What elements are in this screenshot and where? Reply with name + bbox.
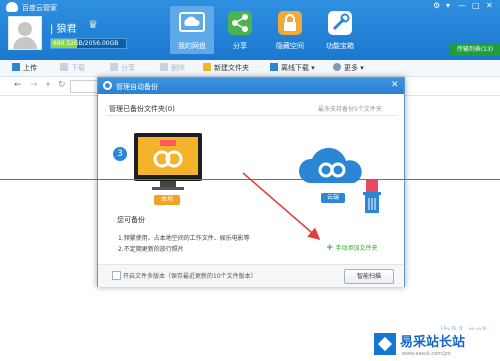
step-badge: 3 [113,147,127,161]
maximize-button[interactable]: □ [472,1,480,10]
offline-download-button[interactable]: 离线下载 ▾ [270,63,315,73]
local-label: 本地 [154,195,180,205]
folder-plus-icon [203,63,211,71]
backup-folder-count: 管理已备份文件夹(0) [109,105,175,113]
username: | 狼君 [50,24,77,35]
back-arrow-icon[interactable]: ← [14,80,22,90]
window-title: 百度云管家 [22,4,57,12]
download-icon [60,63,68,71]
cloud-drive-icon [179,12,205,32]
delete-label: 删除 [171,64,185,72]
smart-scan-button[interactable]: 智能扫描 [344,269,394,284]
backup-suggestion-heading: 您可备份 [117,216,145,224]
add-folder-link[interactable]: + 手动添加文件夹 [326,243,378,253]
tab-hidden-space[interactable]: 隐藏空间 [268,6,312,54]
download-button[interactable]: 下载 [60,63,85,73]
baidu-logo-icon [153,140,183,168]
settings-icon[interactable]: ⚙ [433,1,440,10]
quota-total: GB/2056.00GB [74,40,119,47]
close-button[interactable]: ✕ [486,1,493,10]
menu-dropdown-icon[interactable]: ▾ [446,1,450,10]
multi-version-label: 开启文件多版本（保存最近更新的10个文件版本） [123,273,257,280]
site-logo-icon [374,333,396,355]
upload-icon [12,63,20,71]
max-folders-hint: 最多支持备份5个文件夹 [318,106,382,113]
delete-button[interactable]: 删除 [160,63,185,73]
quota-used: 690.52 [53,40,74,47]
new-folder-button[interactable]: 新建文件夹 [203,63,249,73]
upload-button[interactable]: 上传 [12,63,37,73]
offline-download-icon [270,63,278,71]
monitor-base [152,187,184,190]
upload-label: 上传 [23,64,37,72]
cloud-label: 云端 [321,193,345,203]
tab-label: 功能宝箱 [326,42,354,50]
dialog-close-icon[interactable]: ✕ [391,80,399,90]
avatar-body [13,37,37,49]
tools-icon [328,11,352,35]
gear-icon [103,81,112,90]
offline-download-label: 离线下载 ▾ [281,64,315,72]
trash-icon [160,63,168,71]
dialog-titlebar: 管理自动备份 ✕ [98,78,404,94]
multi-version-checkbox[interactable] [112,271,121,280]
tab-label: 我的网盘 [178,42,206,50]
watermark-name: 易采站长站 [400,335,466,350]
path-input[interactable] [70,80,100,93]
add-folder-label: 手动添加文件夹 [335,245,378,252]
logo-shape [377,336,393,352]
dialog-title: 管理自动备份 [116,83,158,91]
annotation-line [0,179,500,180]
plus-icon: + [326,243,334,253]
divider [106,115,396,116]
more-label: 更多 ▾ [344,64,364,72]
download-label: 下载 [71,64,85,72]
minimize-button[interactable]: — [458,1,466,10]
recycle-bin-icon [363,180,381,213]
toolbar: 上传 下载 分享 删除 新建文件夹 离线下载 ▾ 更多 ▾ [0,60,500,77]
tab-toolbox[interactable]: 功能宝箱 [318,6,362,54]
app-header: 百度云管家 ⚙ ▾ — □ ✕ | 狼君 ♛ 690.52GB/2056.00G… [0,0,500,60]
avatar-head [18,22,32,36]
watermark: 易采站长站 www.easck.com/jzz [372,330,500,361]
share-icon [228,11,252,35]
backup-hint-2: 2.不定期更新的旅行照片 [118,246,184,253]
app-logo-icon [6,2,18,12]
quota-text: 690.52GB/2056.00GB [53,39,118,48]
new-folder-label: 新建文件夹 [214,64,249,72]
share-button[interactable]: 分享 [110,63,135,73]
tab-share[interactable]: 分享 [218,6,262,54]
refresh-icon[interactable]: ↻ [58,80,66,90]
transfer-list-button[interactable]: 传输列表(13) [450,44,500,56]
more-icon [333,63,341,71]
share-label: 分享 [121,64,135,72]
storage-quota-bar: 690.52GB/2056.00GB [50,38,127,49]
tab-my-drive[interactable]: 我的网盘 [170,6,214,54]
avatar[interactable] [8,16,42,50]
dropdown-arrow-icon[interactable]: ▾ [46,80,50,89]
dialog-footer: 开启文件多版本（保存最近更新的10个文件版本） 智能扫描 [98,264,404,287]
folder-screen [138,137,198,175]
tab-label: 隐藏空间 [276,42,304,50]
share-small-icon [110,63,118,71]
vip-crown-icon[interactable]: ♛ [88,18,102,31]
auto-backup-dialog: 管理自动备份 ✕ 管理已备份文件夹(0) 最多支持备份5个文件夹 3 本地 云端… [97,77,405,287]
local-computer-icon [134,133,202,190]
tab-label: 分享 [233,42,247,50]
watermark-url: www.easck.com/jzz [402,351,451,357]
backup-hint-1: 1.频繁使用、占本地空间的工作文件、娱乐电影等 [118,235,250,242]
more-button[interactable]: 更多 ▾ [333,63,364,73]
lock-icon [278,11,302,35]
forward-arrow-icon[interactable]: → [30,80,38,90]
